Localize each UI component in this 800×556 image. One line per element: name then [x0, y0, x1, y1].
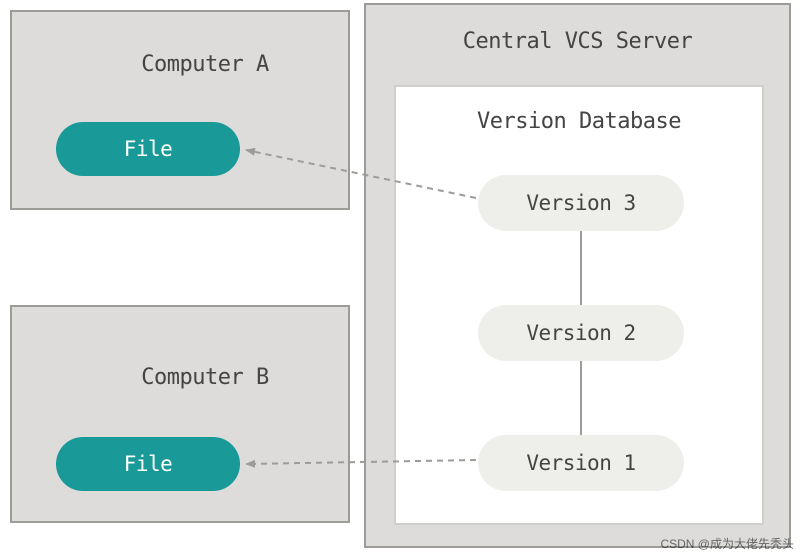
version-connector-1 — [580, 231, 582, 305]
version-1-pill: Version 1 — [478, 435, 684, 491]
computer-b-file-pill: File — [56, 437, 240, 491]
version-2-label: Version 2 — [526, 321, 635, 345]
watermark-text: CSDN @成为大佬先秃头 — [660, 535, 794, 552]
computer-b-box: Computer B File — [10, 305, 350, 523]
computer-a-title: Computer A — [62, 52, 348, 77]
computer-a-file-label: File — [124, 137, 173, 161]
version-database-title: Version Database — [396, 109, 762, 134]
version-3-pill: Version 3 — [478, 175, 684, 231]
server-box: Central VCS Server Version Database Vers… — [364, 3, 791, 548]
version-database-box: Version Database Version 3 Version 2 Ver… — [394, 85, 764, 525]
computer-b-title: Computer B — [62, 365, 348, 390]
version-1-label: Version 1 — [526, 451, 635, 475]
vcs-diagram: Computer A File Computer B File Central … — [0, 0, 800, 556]
server-title: Central VCS Server — [366, 29, 789, 54]
computer-a-box: Computer A File — [10, 10, 350, 210]
version-3-label: Version 3 — [526, 191, 635, 215]
computer-b-file-label: File — [124, 452, 173, 476]
computer-a-file-pill: File — [56, 122, 240, 176]
version-2-pill: Version 2 — [478, 305, 684, 361]
version-connector-2 — [580, 361, 582, 435]
